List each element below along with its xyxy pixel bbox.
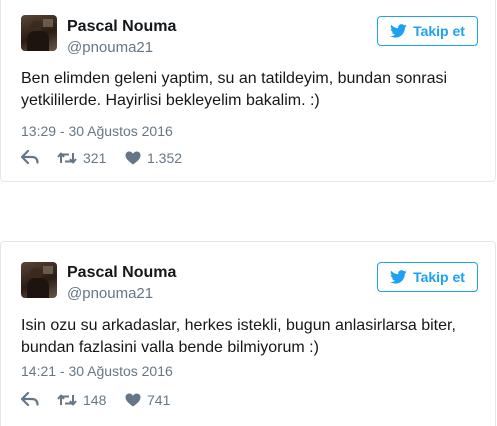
tweet-card: Pascal Nouma @pnouma21 Takip et Ben elim…: [0, 0, 496, 182]
like-count: 741: [147, 392, 171, 408]
author-name[interactable]: Pascal Nouma: [67, 264, 176, 282]
tweet-text: Ben elimden geleni yaptim, su an tatilde…: [21, 68, 481, 112]
author-handle[interactable]: @pnouma21: [67, 39, 153, 56]
reply-button[interactable]: [21, 150, 39, 164]
twitter-bird-icon: [390, 24, 407, 38]
retweet-count: 321: [83, 150, 107, 166]
reply-arrow-icon: [21, 150, 39, 164]
reply-arrow-icon: [21, 392, 39, 406]
retweet-icon: [57, 152, 77, 164]
retweet-count: 148: [83, 392, 107, 408]
avatar[interactable]: [21, 262, 57, 298]
follow-button-label: Takip et: [413, 269, 465, 285]
author-name[interactable]: Pascal Nouma: [67, 18, 176, 36]
tweet-text-line: Isin ozu su arkadaslar, herkes istekli, …: [21, 317, 456, 334]
tweet-text-line: Ben elimden geleni yaptim, su an tatilde…: [21, 70, 448, 87]
follow-button[interactable]: Takip et: [377, 262, 478, 292]
reply-button[interactable]: [21, 392, 39, 406]
like-count: 1.352: [147, 150, 183, 166]
retweet-button[interactable]: 148: [57, 392, 106, 408]
author-handle[interactable]: @pnouma21: [67, 285, 153, 302]
tweet-text-line: bundan fazlasini valla bende bilmiyorum …: [21, 339, 319, 356]
like-button[interactable]: 741: [125, 392, 170, 408]
twitter-bird-icon: [390, 270, 407, 284]
tweet-timestamp[interactable]: 13:29 - 30 Ağustos 2016: [21, 123, 173, 139]
heart-icon: [125, 393, 141, 407]
tweet-text-line: yetkililerde. Hayirlisi bekleyelim bakal…: [21, 92, 320, 109]
tweet-timestamp[interactable]: 14:21 - 30 Ağustos 2016: [21, 363, 173, 379]
follow-button[interactable]: Takip et: [377, 16, 478, 46]
tweet-card: Pascal Nouma @pnouma21 Takip et Isin ozu…: [0, 241, 496, 426]
retweet-icon: [57, 394, 77, 406]
like-button[interactable]: 1.352: [125, 150, 182, 166]
follow-button-label: Takip et: [413, 23, 465, 39]
tweet-text: Isin ozu su arkadaslar, herkes istekli, …: [21, 315, 481, 359]
avatar[interactable]: [21, 15, 57, 51]
heart-icon: [125, 151, 141, 165]
retweet-button[interactable]: 321: [57, 150, 106, 166]
